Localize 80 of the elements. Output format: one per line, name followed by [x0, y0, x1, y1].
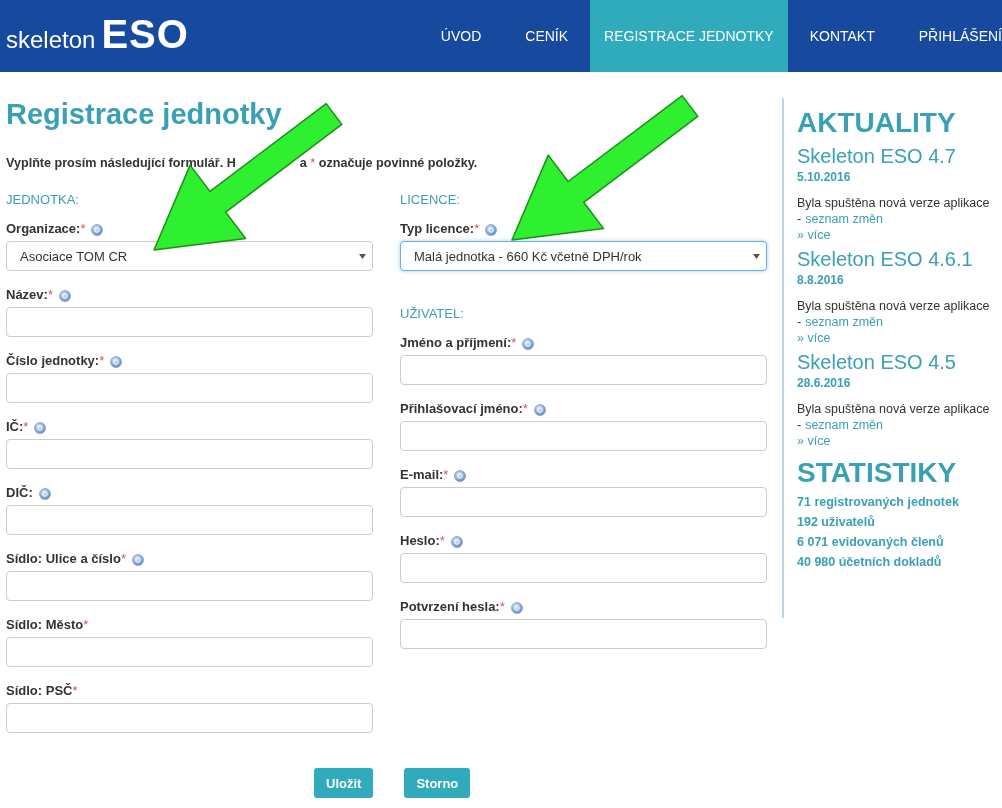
- input-field[interactable]: [6, 439, 373, 469]
- section-heading: UŽIVATEL:: [400, 306, 465, 323]
- dash-text: -: [797, 315, 802, 329]
- nav-tab[interactable]: KONTAKT: [787, 0, 897, 72]
- changelog-link[interactable]: seznam změn: [805, 315, 883, 329]
- help-icon[interactable]: [131, 554, 144, 566]
- field-label: Sídlo: PSČ*: [6, 682, 78, 698]
- select-field[interactable]: Malá jednotka - 660 Kč včetně DPH/rok: [400, 241, 767, 271]
- input-field[interactable]: [400, 553, 767, 583]
- field-label: Sídlo: Ulice a číslo*: [6, 550, 126, 566]
- help-icon[interactable]: [522, 338, 535, 350]
- field-label: Organizace:*: [6, 220, 86, 236]
- section-heading: LICENCE:: [400, 192, 461, 209]
- help-icon[interactable]: [34, 422, 47, 434]
- input-field[interactable]: [6, 571, 373, 601]
- nav-tab[interactable]: ÚVOD: [418, 0, 504, 72]
- input-field[interactable]: [6, 637, 373, 667]
- help-icon[interactable]: [110, 356, 123, 368]
- section-heading: JEDNOTKA:: [6, 192, 80, 209]
- stat-text: 71 registrovaných jednotek: [797, 495, 960, 509]
- caret-icon: [753, 253, 760, 259]
- more-link[interactable]: » více: [797, 331, 831, 345]
- nav-tab[interactable]: PŘIHLÁŠENÍ: [896, 0, 1002, 72]
- field-label: DIČ:: [6, 484, 33, 500]
- field-label: IČ:*: [6, 418, 29, 434]
- caret-icon: [359, 253, 366, 259]
- news-text: Byla spuštěna nová verze aplikace: [797, 196, 991, 210]
- help-icon[interactable]: [450, 536, 463, 548]
- page-title: Registrace jednotky: [6, 98, 283, 132]
- news-date: 28.6.2016: [797, 376, 852, 390]
- news-text: Byla spuštěna nová verze aplikace: [797, 402, 991, 416]
- sidebar-heading: AKTUALITY: [797, 107, 957, 139]
- field-label: Potvrzení hesla:*: [400, 598, 505, 614]
- stat-text: 192 uživatelů: [797, 515, 876, 529]
- field-label: Číslo jednotky:*: [6, 352, 105, 368]
- field-label: Sídlo: Město*: [6, 616, 89, 632]
- input-field[interactable]: [6, 373, 373, 403]
- stat-text: 40 980 účetních dokladů: [797, 555, 943, 569]
- field-label: Jméno a příjmení:*: [400, 334, 517, 350]
- news-text: Byla spuštěna nová verze aplikace: [797, 299, 991, 313]
- field-label: Název:*: [6, 286, 53, 302]
- help-icon[interactable]: [454, 470, 467, 482]
- input-field[interactable]: [6, 703, 373, 733]
- field-label: Heslo:*: [400, 532, 445, 548]
- dash-text: -: [797, 418, 802, 432]
- intro-text: a * označuje povinné položky.: [299, 156, 478, 170]
- more-link[interactable]: » více: [797, 434, 831, 448]
- nav-tab[interactable]: CENÍK: [503, 0, 591, 72]
- changelog-link[interactable]: seznam změn: [805, 418, 883, 432]
- news-title[interactable]: Skeleton ESO 4.7: [797, 145, 997, 168]
- help-icon[interactable]: [485, 224, 498, 236]
- field-label: Přihlašovací jméno:*: [400, 400, 528, 416]
- news-date: 5.10.2016: [797, 170, 852, 184]
- news-title[interactable]: Skeleton ESO 4.5: [797, 351, 997, 374]
- help-icon[interactable]: [510, 602, 523, 614]
- input-field[interactable]: [400, 487, 767, 517]
- select-field[interactable]: Asociace TOM CR: [6, 241, 373, 271]
- input-field[interactable]: [6, 505, 373, 535]
- intro-text: Vyplňte prosím následující formulář. H: [6, 156, 236, 170]
- help-icon[interactable]: [533, 404, 546, 416]
- news-title[interactable]: Skeleton ESO 4.6.1: [797, 248, 997, 271]
- input-field[interactable]: [400, 421, 767, 451]
- changelog-link[interactable]: seznam změn: [805, 212, 883, 226]
- input-field[interactable]: [400, 619, 767, 649]
- field-label: E-mail:*: [400, 466, 449, 482]
- form-button[interactable]: Uložit: [314, 768, 374, 798]
- input-field[interactable]: [6, 307, 373, 337]
- help-icon[interactable]: [59, 290, 71, 302]
- form-button[interactable]: Storno: [404, 768, 471, 798]
- news-date: 8.8.2016: [797, 273, 845, 287]
- help-icon[interactable]: [91, 224, 104, 236]
- field-label: Typ licence:*: [400, 220, 480, 236]
- sidebar-heading: STATISTIKY: [797, 457, 958, 489]
- more-link[interactable]: » více: [797, 228, 831, 242]
- logo[interactable]: skeleton ESO: [0, 0, 189, 72]
- help-icon[interactable]: [38, 488, 51, 500]
- input-field[interactable]: [400, 355, 767, 385]
- dash-text: -: [797, 212, 802, 226]
- nav-tab[interactable]: REGISTRACE JEDNOTKY: [590, 0, 788, 72]
- stat-text: 6 071 evidovaných členů: [797, 535, 945, 549]
